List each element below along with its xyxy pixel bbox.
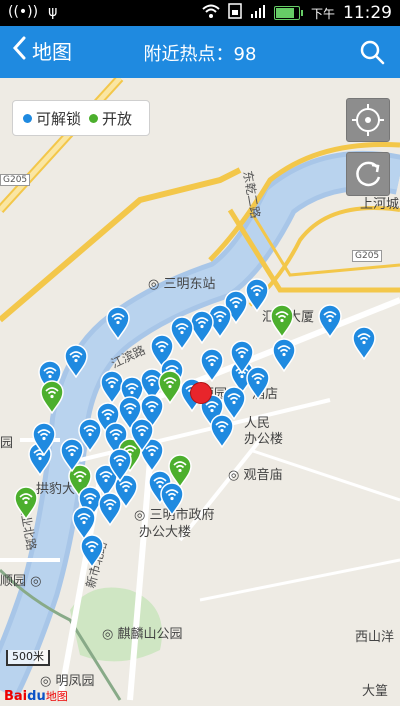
wifi-pin-icon [80, 534, 104, 568]
lockable-hotspot-pin[interactable] [245, 278, 269, 312]
map-view[interactable]: 东乾二路 江滨路 工业北路 新市北路 G205 G205 ◎ 三明东站 汇鑫大厦… [0, 78, 400, 706]
lockable-hotspot-pin[interactable] [160, 482, 184, 516]
wifi-pin-icon [40, 380, 64, 414]
lockable-hotspot-pin[interactable] [108, 448, 132, 482]
wifi-pin-icon [108, 448, 132, 482]
lockable-hotspot-pin[interactable] [106, 306, 130, 340]
wifi-pin-icon [318, 304, 342, 338]
page-title: 附近热点：98 [143, 44, 257, 65]
lockable-hotspot-pin[interactable] [352, 326, 376, 360]
refresh-icon [356, 161, 381, 187]
search-icon [360, 40, 385, 65]
lockable-hotspot-pin[interactable] [32, 422, 56, 456]
crosshair-icon [352, 104, 384, 136]
lockable-hotspot-pin[interactable] [98, 492, 122, 526]
refresh-button[interactable] [346, 152, 390, 196]
dot-icon [89, 113, 99, 123]
map-scale: 500米 [6, 650, 50, 666]
legend-open: 开放 [89, 108, 132, 129]
wifi-pin-icon [160, 482, 184, 516]
map-legend: 可解锁 开放 [12, 100, 150, 136]
status-time: 11:29 [343, 3, 392, 23]
signal-icon [250, 3, 266, 23]
sim-icon [228, 3, 242, 23]
place-label-mingfeng: ◎ 明凤园 [40, 674, 95, 689]
legend-lockable: 可解锁 [23, 108, 81, 129]
wifi-pin-icon [64, 344, 88, 378]
wifi-pin-icon [98, 492, 122, 526]
highway-shield: G205 [0, 174, 31, 186]
place-label-office: 办公楼 [244, 432, 284, 447]
place-label-xishanyang: 西山洋 [355, 630, 395, 645]
open-hotspot-pin[interactable] [14, 486, 38, 520]
wifi-pin-icon [245, 278, 269, 312]
place-label-park: ◎ 麒麟山公园 [102, 627, 183, 642]
current-location-marker [190, 382, 212, 404]
open-hotspot-pin[interactable] [270, 304, 294, 338]
highway-shield: G205 [352, 250, 383, 262]
status-bar: ((•)) ψ 下午 11:29 [0, 0, 400, 26]
place-label-dali: 大篁 [362, 684, 389, 699]
dot-icon [23, 113, 32, 123]
place-label-yuan: 园 [0, 436, 14, 451]
place-label-guanyin: ◎ 观音庙 [228, 468, 283, 483]
wifi-pin-icon [352, 326, 376, 360]
lockable-hotspot-pin[interactable] [64, 344, 88, 378]
lockable-hotspot-pin[interactable] [246, 366, 270, 400]
lockable-hotspot-pin[interactable] [80, 534, 104, 568]
baidu-logo: Baidu地图 [4, 689, 68, 704]
lockable-hotspot-pin[interactable] [200, 348, 224, 382]
wifi-pin-icon [130, 418, 154, 452]
locate-button[interactable] [346, 98, 390, 142]
status-ampm: 下午 [310, 6, 335, 21]
place-label-gov2: 办公大楼 [139, 525, 192, 540]
wifi-pin-icon [32, 422, 56, 456]
usb-icon: ψ [48, 4, 58, 20]
lockable-hotspot-pin[interactable] [318, 304, 342, 338]
lockable-hotspot-pin[interactable] [272, 338, 296, 372]
wifi-pin-icon [272, 338, 296, 372]
lockable-hotspot-pin[interactable] [210, 414, 234, 448]
wifi-pin-icon [270, 304, 294, 338]
wifi-pin-icon [210, 414, 234, 448]
place-label-shunyuan: 顺园 ◎ [0, 574, 42, 589]
wifi-pin-icon [60, 438, 84, 472]
wifi-icon [202, 4, 220, 22]
battery-icon [273, 6, 300, 20]
header-bar: 地图 附近热点：98 [0, 26, 400, 78]
wifi-pin-icon [14, 486, 38, 520]
open-hotspot-pin[interactable] [40, 380, 64, 414]
hotspot-icon: ((•)) [8, 4, 39, 20]
wifi-pin-icon [200, 348, 224, 382]
lockable-hotspot-pin[interactable] [60, 438, 84, 472]
wifi-pin-icon [106, 306, 130, 340]
search-button[interactable] [358, 38, 386, 66]
place-label-station: ◎ 三明东站 [148, 277, 216, 292]
lockable-hotspot-pin[interactable] [130, 418, 154, 452]
wifi-pin-icon [246, 366, 270, 400]
